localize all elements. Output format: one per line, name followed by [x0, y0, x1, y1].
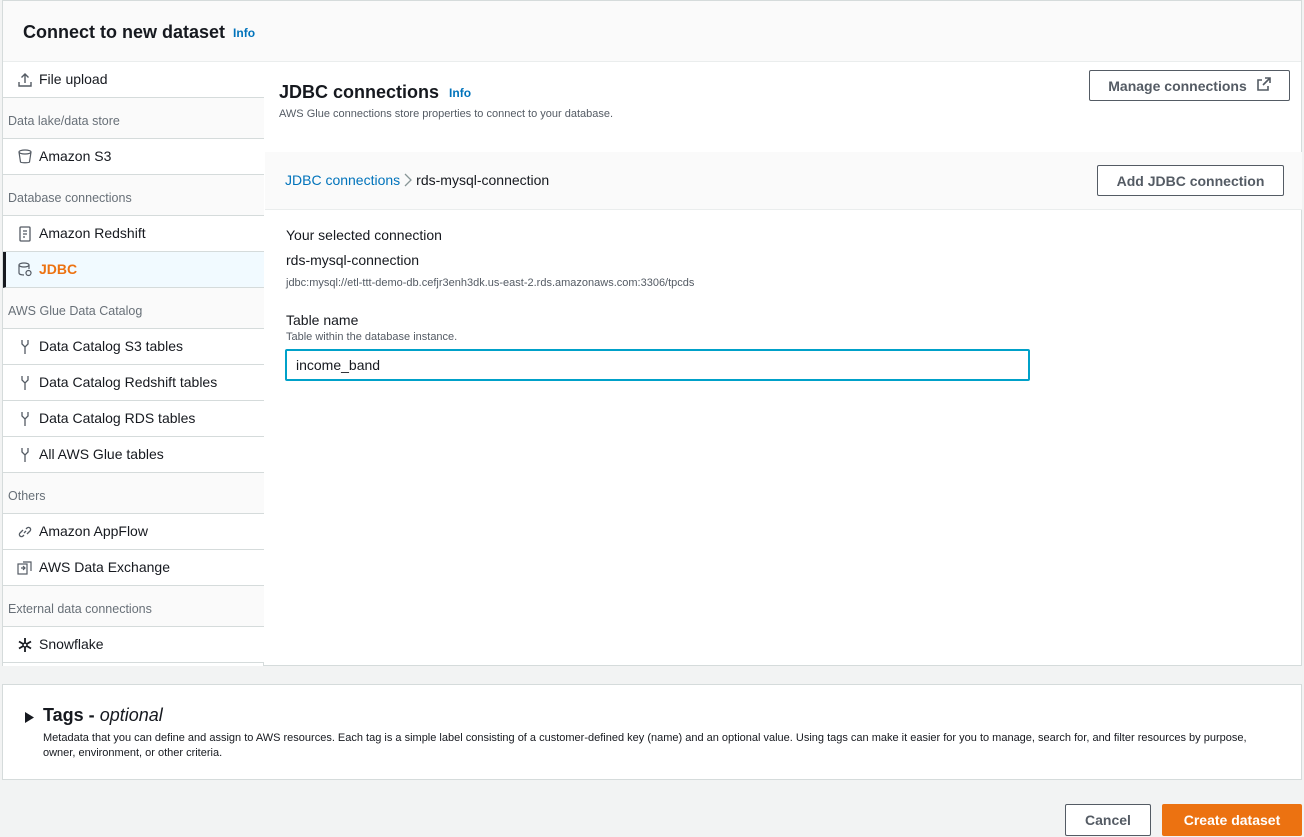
sidebar-item-snowflake[interactable]: Snowflake — [3, 627, 264, 663]
tags-optional-text: optional — [99, 705, 163, 725]
tags-panel: Tags - optional Metadata that you can de… — [2, 684, 1302, 780]
section-glue-catalog: AWS Glue Data Catalog — [3, 288, 264, 329]
section-description: AWS Glue connections store properties to… — [279, 108, 614, 120]
sidebar-item-label: All AWS Glue tables — [39, 446, 164, 462]
tags-title-text: Tags - — [43, 705, 95, 725]
connection-url: jdbc:mysql://etl-ttt-demo-db.cefjr3enh3d… — [286, 277, 695, 289]
source-sidebar: File upload Data lake/data store Amazon … — [3, 62, 264, 666]
chevron-right-icon — [404, 173, 413, 187]
create-dataset-button[interactable]: Create dataset — [1162, 804, 1302, 836]
sidebar-item-label: Data Catalog Redshift tables — [39, 374, 218, 390]
sidebar-item-label: Amazon Redshift — [39, 225, 146, 241]
upload-icon — [17, 62, 33, 97]
snowflake-icon — [17, 627, 33, 662]
section-others: Others — [3, 473, 264, 514]
external-link-icon — [1256, 77, 1271, 94]
sidebar-item-label: AWS Data Exchange — [39, 559, 170, 575]
section-title: JDBC connections Info — [279, 82, 471, 103]
section-title-text: JDBC connections — [279, 82, 440, 102]
tags-description: Metadata that you can define and assign … — [43, 732, 1247, 759]
page-title-text: Connect to new dataset — [23, 22, 226, 42]
sidebar-item-all-glue[interactable]: All AWS Glue tables — [3, 437, 264, 473]
link-icon — [17, 514, 33, 549]
breadcrumb-link-jdbc[interactable]: JDBC connections — [285, 172, 400, 188]
section-external: External data connections — [3, 586, 264, 627]
sidebar-item-catalog-redshift[interactable]: Data Catalog Redshift tables — [3, 365, 264, 401]
manage-connections-label: Manage connections — [1108, 77, 1247, 94]
breadcrumb-current: rds-mysql-connection — [416, 172, 550, 188]
sidebar-item-label: Data Catalog RDS tables — [39, 410, 196, 426]
section-info-link[interactable]: Info — [449, 86, 471, 100]
bucket-icon — [17, 139, 33, 174]
tags-toggle[interactable]: Tags - optional — [43, 705, 163, 726]
caret-right-icon[interactable] — [25, 710, 34, 728]
header-info-link[interactable]: Info — [233, 26, 255, 40]
sidebar-item-catalog-s3[interactable]: Data Catalog S3 tables — [3, 329, 264, 365]
section-database: Database connections — [3, 175, 264, 216]
sidebar-item-redshift[interactable]: Amazon Redshift — [3, 216, 264, 252]
sidebar-item-data-exchange[interactable]: AWS Data Exchange — [3, 550, 264, 586]
page-title: Connect to new dataset Info — [23, 22, 255, 43]
sidebar-item-label: File upload — [39, 71, 108, 87]
connection-name: rds-mysql-connection — [286, 252, 420, 268]
sidebar-item-file-upload[interactable]: File upload — [3, 62, 264, 98]
redshift-icon — [17, 216, 33, 251]
table-name-label: Table name — [286, 312, 359, 328]
connect-dataset-panel: Connect to new dataset Info File upload D… — [2, 0, 1302, 666]
selected-connection-label: Your selected connection — [286, 227, 442, 243]
section-data-lake: Data lake/data store — [3, 98, 264, 139]
sidebar-item-appflow[interactable]: Amazon AppFlow — [3, 514, 264, 550]
sidebar-item-label: Amazon S3 — [39, 148, 112, 164]
panel-header: Connect to new dataset Info — [3, 1, 1301, 62]
breadcrumb: JDBC connections rds-mysql-connection — [285, 172, 549, 188]
cancel-button[interactable]: Cancel — [1065, 804, 1151, 836]
manage-connections-button[interactable]: Manage connections — [1089, 70, 1290, 101]
sidebar-item-label: JDBC — [39, 261, 78, 277]
sidebar-item-catalog-rds[interactable]: Data Catalog RDS tables — [3, 401, 264, 437]
table-name-input[interactable]: income_band — [285, 349, 1030, 381]
sidebar-item-label: Snowflake — [39, 636, 104, 652]
sidebar-item-label: Data Catalog S3 tables — [39, 338, 183, 354]
breadcrumb-strip: JDBC connections rds-mysql-connection Ad… — [265, 152, 1302, 210]
exchange-icon — [17, 550, 33, 585]
sidebar-item-s3[interactable]: Amazon S3 — [3, 139, 264, 175]
glue-icon — [17, 401, 33, 436]
database-icon — [17, 252, 33, 287]
add-jdbc-connection-button[interactable]: Add JDBC connection — [1097, 165, 1284, 196]
jdbc-content: JDBC connections Info AWS Glue connection… — [265, 62, 1302, 666]
sidebar-item-jdbc[interactable]: JDBC — [3, 252, 264, 288]
sidebar-item-label: Amazon AppFlow — [39, 523, 148, 539]
glue-icon — [17, 329, 33, 364]
table-name-hint: Table within the database instance. — [286, 331, 458, 343]
glue-icon — [17, 365, 33, 400]
glue-icon — [17, 437, 33, 472]
